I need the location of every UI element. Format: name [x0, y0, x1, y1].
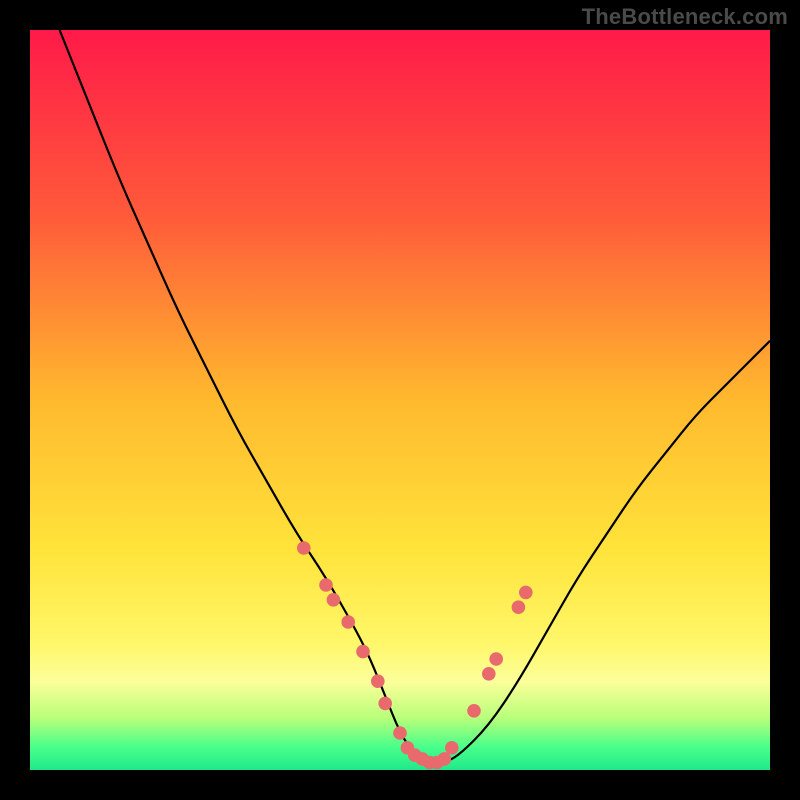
highlight-dot	[512, 600, 526, 614]
highlight-dot	[327, 593, 341, 607]
highlight-dot	[341, 615, 355, 629]
chart-plot-area	[30, 30, 770, 770]
highlight-dot	[438, 752, 452, 766]
watermark-label: TheBottleneck.com	[582, 4, 788, 30]
highlight-dot	[393, 726, 407, 740]
highlight-dot	[467, 704, 481, 718]
chart-svg	[30, 30, 770, 770]
highlight-dot	[519, 586, 533, 600]
highlight-dot	[356, 645, 370, 659]
highlight-dot	[319, 578, 333, 592]
highlight-dot	[445, 741, 459, 755]
highlight-dot	[489, 652, 503, 666]
highlight-dot	[482, 667, 496, 681]
highlight-dot	[371, 674, 385, 688]
gradient-background	[30, 30, 770, 770]
highlight-dot	[378, 697, 392, 711]
outer-frame: TheBottleneck.com	[0, 0, 800, 800]
highlight-dot	[297, 541, 311, 555]
